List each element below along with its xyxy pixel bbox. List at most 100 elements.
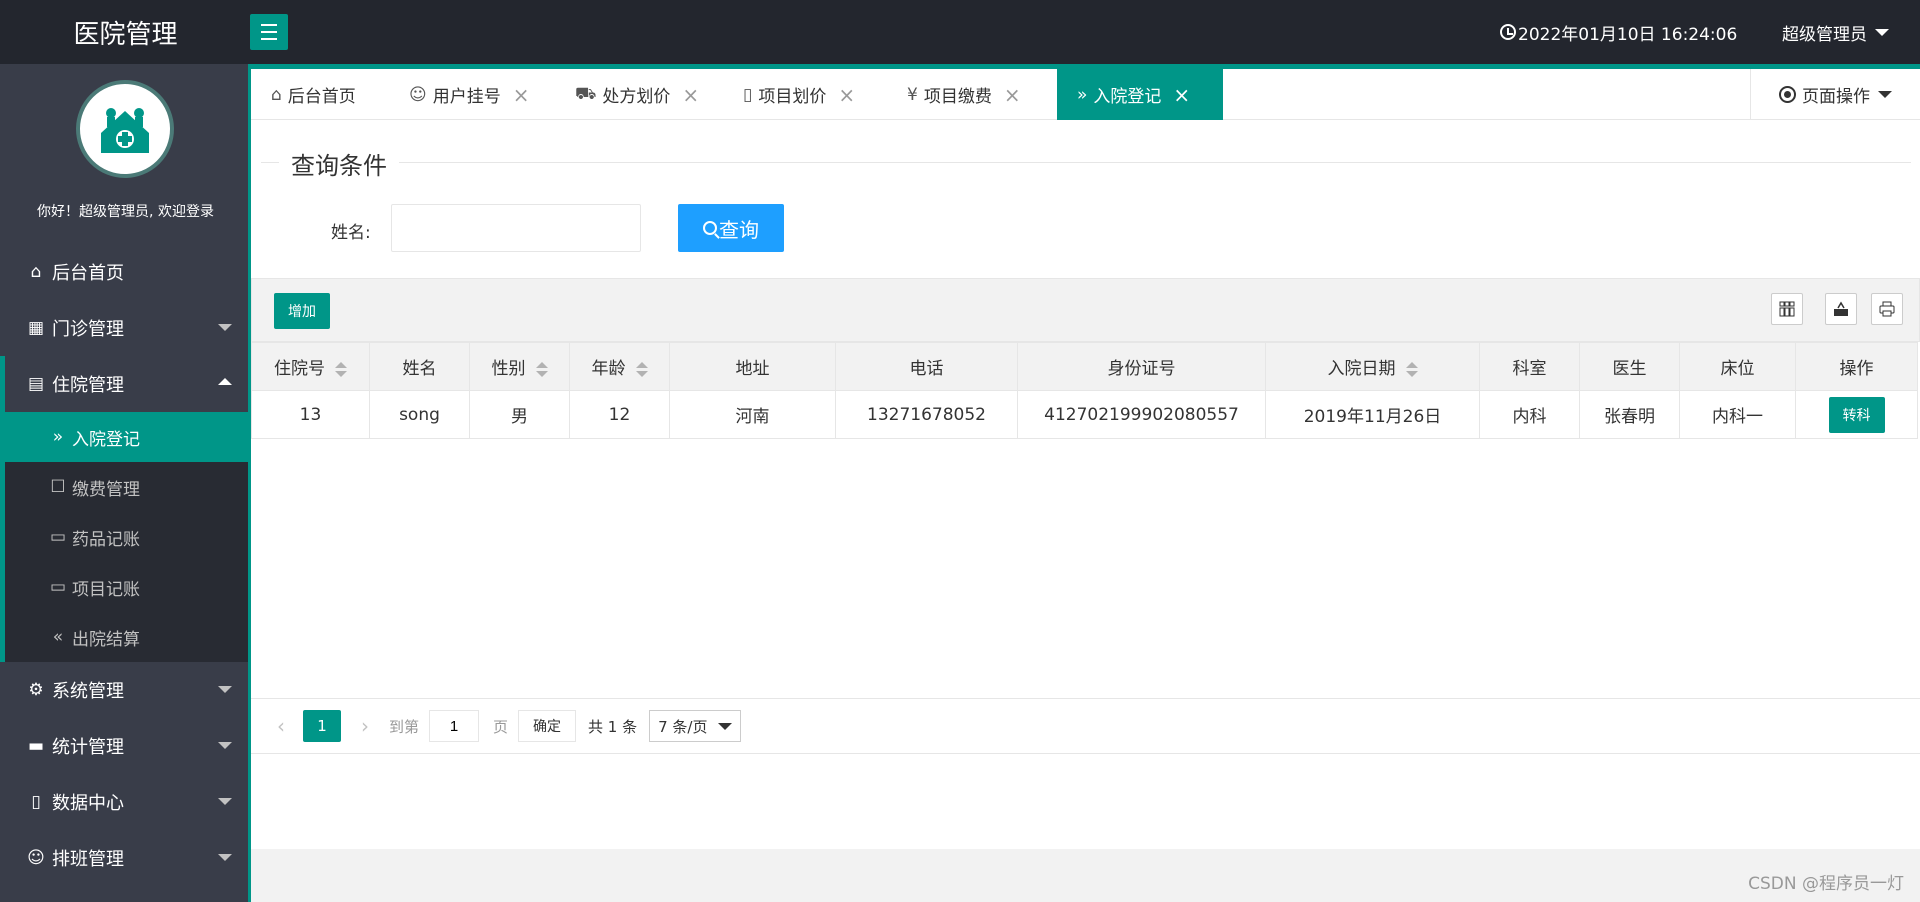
column-header: 身份证号 — [1017, 342, 1266, 391]
name-search-input[interactable] — [391, 204, 641, 252]
tab-label: 处方划价 — [602, 87, 671, 107]
home-icon: ⌂ — [271, 84, 282, 105]
sidebar-subitem-drug-account[interactable]: ▭ 药品记账 — [0, 512, 248, 562]
column-header: 医生 — [1579, 342, 1680, 391]
column-header: 姓名 — [369, 342, 470, 391]
add-button[interactable]: 增加 — [274, 293, 330, 329]
tab-label: 用户挂号 — [432, 87, 501, 107]
search-button[interactable]: 查询 — [678, 204, 784, 252]
close-icon[interactable]: × — [1004, 83, 1021, 107]
chevron-down-icon — [1875, 28, 1889, 36]
chevron-right-icon[interactable]: › — [355, 714, 375, 738]
column-header: 床位 — [1679, 342, 1796, 391]
cell-id-card: 412702199902080557 — [1017, 390, 1266, 439]
datetime-text: 2022年01月10日 16:24:06 — [1518, 24, 1738, 45]
sidebar-item-statistics[interactable]: ▬ 统计管理 — [0, 718, 248, 774]
cell-bed: 内科一 — [1679, 390, 1796, 439]
page-size-select[interactable]: 7 条/页 — [649, 710, 742, 742]
header-datetime: 2022年01月10日 16:24:06 — [1500, 0, 1737, 64]
sidebar-nav: ⌂ 后台首页 ▦ 门诊管理 ▤ 住院管理 » 入院登记 ☐ 缴费管理 ▭ 药品记… — [0, 244, 248, 886]
payment-icon: ☐ — [50, 477, 66, 497]
sidebar-item-data-center[interactable]: ▯ 数据中心 — [0, 774, 248, 830]
sort-icon — [1405, 361, 1418, 377]
main-content: 查询条件 姓名: 查询 增加 住院号 姓名 性别 年龄 地址 电话 身份证号 入… — [251, 120, 1920, 849]
tab-admission[interactable]: » 入院登记 × — [1057, 69, 1223, 120]
tab-prescription-pricing[interactable]: ⛟ 处方划价 × — [575, 69, 699, 120]
search-fieldset — [261, 162, 1911, 163]
sidebar-item-home[interactable]: ⌂ 后台首页 — [0, 244, 248, 300]
user-menu[interactable]: 超级管理员 — [1782, 0, 1889, 64]
columns-filter-icon[interactable] — [1771, 293, 1803, 325]
tab-label: 项目缴费 — [923, 87, 992, 107]
sidebar-item-inpatient[interactable]: ▤ 住院管理 — [0, 356, 248, 412]
page-label: 页 — [493, 717, 509, 736]
column-header[interactable]: 性别 — [469, 342, 570, 391]
total-count: 共 1 条 — [588, 717, 638, 736]
column-header: 科室 — [1479, 342, 1580, 391]
watermark: CSDN @程序员一灯 — [1748, 874, 1904, 894]
chevron-down-icon — [218, 686, 232, 693]
document-icon: ▯ — [31, 792, 41, 812]
sidebar-subitem-payment[interactable]: ☐ 缴费管理 — [0, 462, 248, 512]
sidebar-subitem-discharge[interactable]: « 出院结算 — [0, 612, 248, 662]
close-icon[interactable]: × — [838, 83, 855, 107]
page-current[interactable]: 1 — [303, 710, 341, 742]
chevron-down-icon — [218, 854, 232, 861]
chevron-down-icon — [718, 722, 733, 730]
tab-user-register[interactable]: ☺ 用户挂号 × — [409, 69, 530, 120]
tab-label: 项目划价 — [758, 87, 827, 107]
goto-label: 到第 — [389, 717, 420, 736]
search-icon — [703, 221, 717, 235]
transfer-button[interactable]: 转科 — [1828, 396, 1885, 433]
clock-icon — [1500, 24, 1516, 40]
sidebar-item-scheduling[interactable]: ☺ 排班管理 — [0, 830, 248, 886]
file-icon: ▯ — [743, 84, 753, 105]
export-icon[interactable] — [1825, 293, 1857, 325]
sort-icon — [635, 361, 648, 377]
table-toolbar: 增加 — [251, 278, 1920, 342]
sidebar-subitem-project-account[interactable]: ▭ 项目记账 — [0, 562, 248, 612]
column-header[interactable]: 年龄 — [569, 342, 670, 391]
column-header: 操作 — [1795, 342, 1918, 391]
tab-label: 入院登记 — [1093, 87, 1162, 107]
chevron-left-icon[interactable]: ‹ — [271, 714, 291, 738]
tab-project-payment[interactable]: ¥ 项目缴费 × — [907, 69, 1021, 120]
name-label: 姓名: — [331, 223, 371, 243]
page-op-label: 页面操作 — [1802, 87, 1870, 107]
sort-icon — [335, 361, 347, 377]
cell-date: 2019年11月26日 — [1265, 390, 1480, 439]
page-size-value: 7 条/页 — [658, 717, 708, 736]
monitor-icon: ▬ — [27, 736, 45, 756]
gear-icon: ⚙ — [28, 680, 44, 700]
close-icon[interactable]: × — [513, 83, 530, 107]
sidebar-item-outpatient[interactable]: ▦ 门诊管理 — [0, 300, 248, 356]
chevron-down-icon — [218, 742, 232, 749]
column-header[interactable]: 入院日期 — [1265, 342, 1480, 391]
page-operation-menu[interactable]: 页面操作 — [1750, 69, 1920, 120]
double-chevron-left-icon: « — [52, 627, 64, 647]
grid-icon: ▦ — [27, 318, 45, 338]
close-icon[interactable]: × — [1173, 83, 1190, 107]
sort-icon — [535, 361, 548, 377]
cell-name: song — [369, 390, 470, 439]
print-icon[interactable] — [1871, 293, 1903, 325]
menu-toggle-icon[interactable] — [250, 14, 288, 50]
sidebar-item-label: 后台首页 — [52, 263, 124, 284]
close-icon[interactable]: × — [682, 83, 699, 107]
book-icon: ▭ — [49, 577, 67, 597]
column-header[interactable]: 住院号 — [251, 342, 370, 391]
welcome-text: 你好！超级管理员, 欢迎登录 — [37, 204, 214, 220]
sidebar-subitem-admission[interactable]: » 入院登记 — [0, 412, 248, 462]
sidebar-item-label: 数据中心 — [52, 793, 124, 814]
tab-project-pricing[interactable]: ▯ 项目划价 × — [743, 69, 855, 120]
goto-confirm-button[interactable]: 确定 — [518, 710, 577, 742]
sidebar-item-label: 住院管理 — [52, 375, 124, 396]
cell-dept: 内科 — [1479, 390, 1580, 439]
patient-table: 住院号 姓名 性别 年龄 地址 电话 身份证号 入院日期 科室 医生 床位 操作… — [251, 342, 1918, 439]
chevron-down-icon — [1878, 91, 1892, 98]
cart-icon: ⛟ — [575, 83, 597, 104]
tab-bar: ⌂ 后台首页 ☺ 用户挂号 × ⛟ 处方划价 × ▯ 项目划价 × ¥ 项目缴费… — [251, 64, 1920, 120]
sidebar-item-system[interactable]: ⚙ 系统管理 — [0, 662, 248, 718]
goto-page-input[interactable] — [429, 710, 480, 742]
tab-home[interactable]: ⌂ 后台首页 — [271, 69, 356, 120]
